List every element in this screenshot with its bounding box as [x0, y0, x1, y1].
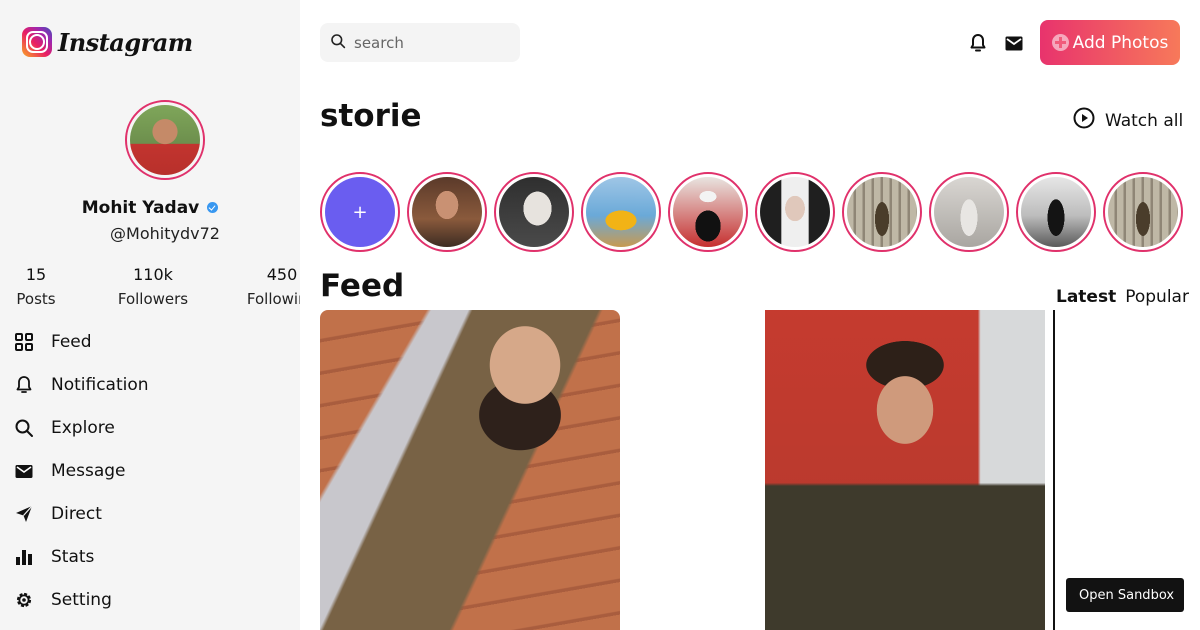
sidebar-item-direct[interactable]: Direct — [14, 492, 149, 535]
verified-badge-icon — [207, 201, 219, 213]
stat-following-label: Following — [246, 290, 300, 308]
stat-following-value: 450 — [266, 265, 298, 284]
profile-name-row: Mohit Yadav — [0, 198, 300, 218]
stat-followers-value: 110k — [133, 265, 173, 284]
stories-row: + — [320, 172, 1183, 252]
story-image — [1021, 177, 1091, 247]
sidebar-item-label: Message — [51, 460, 126, 481]
sidebar: Instagram Mohit Yadav @Mohitydv72 15 Pos… — [0, 0, 300, 630]
sidebar-item-notification[interactable]: Notification — [14, 363, 149, 406]
bar-chart-icon — [14, 547, 34, 567]
stat-followers-label: Followers — [117, 290, 189, 308]
add-story-button[interactable]: + — [320, 172, 400, 252]
story-avatar[interactable] — [407, 172, 487, 252]
feed-tabs: Latest Popular — [1056, 287, 1189, 307]
inbox-mail-icon[interactable] — [1003, 32, 1025, 54]
story-avatar[interactable] — [929, 172, 1009, 252]
story-avatar[interactable] — [1016, 172, 1096, 252]
story-avatar[interactable] — [668, 172, 748, 252]
story-image — [673, 177, 743, 247]
search-bar[interactable] — [320, 23, 520, 62]
search-input[interactable] — [354, 33, 504, 52]
instagram-logo[interactable]: Instagram — [22, 27, 193, 57]
sidebar-item-label: Stats — [51, 546, 95, 567]
feed-title: Feed — [320, 268, 405, 304]
stat-followers: 110k Followers — [113, 265, 193, 308]
profile-name: Mohit Yadav — [81, 198, 200, 218]
stat-following: 450 Following — [244, 265, 300, 308]
notification-bell-icon[interactable] — [967, 32, 989, 54]
story-image — [847, 177, 917, 247]
add-photos-label: Add Photos — [1072, 32, 1169, 53]
story-avatar[interactable] — [842, 172, 922, 252]
sidebar-item-stats[interactable]: Stats — [14, 535, 149, 578]
app-root: Instagram Mohit Yadav @Mohitydv72 15 Pos… — [0, 0, 1200, 630]
tab-popular[interactable]: Popular — [1125, 287, 1189, 307]
profile-avatar[interactable] — [125, 100, 205, 180]
story-avatar[interactable] — [755, 172, 835, 252]
sidebar-item-explore[interactable]: Explore — [14, 406, 149, 449]
watch-all-button[interactable]: Watch all — [1073, 107, 1183, 134]
stat-posts-value: 15 — [25, 265, 47, 284]
tab-latest[interactable]: Latest — [1056, 287, 1116, 307]
profile-handle: @Mohitydv72 — [110, 224, 220, 243]
mail-icon — [14, 461, 34, 481]
sidebar-item-label: Setting — [51, 589, 112, 610]
story-avatar[interactable] — [581, 172, 661, 252]
sidebar-item-label: Explore — [51, 417, 115, 438]
instagram-wordmark: Instagram — [58, 27, 193, 57]
add-photos-button[interactable]: Add Photos — [1040, 20, 1180, 65]
story-image — [499, 177, 569, 247]
story-avatar[interactable] — [494, 172, 574, 252]
story-avatar[interactable] — [1103, 172, 1183, 252]
stat-posts: 15 Posts — [5, 265, 67, 308]
profile-avatar-image — [130, 105, 200, 175]
add-story-inner: + — [325, 177, 395, 247]
grid-icon — [14, 332, 34, 352]
sidebar-item-label: Direct — [51, 503, 102, 524]
feed-post-divider — [1053, 310, 1055, 630]
sidebar-item-message[interactable]: Message — [14, 449, 149, 492]
sidebar-item-setting[interactable]: Setting — [14, 578, 149, 621]
story-image — [934, 177, 1004, 247]
plus-icon: + — [352, 201, 368, 223]
main-content: Add Photos storie Watch all + Feed Late — [300, 0, 1200, 630]
search-icon — [14, 418, 34, 438]
sidebar-item-label: Feed — [51, 331, 92, 352]
search-icon — [330, 33, 346, 53]
sidebar-nav: Feed Notification Explore Message Direct… — [14, 320, 149, 621]
story-image — [412, 177, 482, 247]
bell-icon — [14, 375, 34, 395]
play-circle-icon — [1073, 107, 1095, 134]
feed-post-image[interactable] — [320, 310, 620, 630]
instagram-logo-icon — [22, 27, 52, 57]
sidebar-item-label: Notification — [51, 374, 149, 395]
story-image — [586, 177, 656, 247]
gear-icon — [14, 590, 34, 610]
add-circle-icon — [1051, 34, 1069, 51]
sidebar-item-feed[interactable]: Feed — [14, 320, 149, 363]
feed-post-image[interactable] — [765, 310, 1045, 630]
send-icon — [14, 504, 34, 524]
story-image — [1108, 177, 1178, 247]
open-sandbox-button[interactable]: Open Sandbox — [1066, 578, 1184, 612]
stories-title: storie — [320, 98, 422, 134]
watch-all-label: Watch all — [1105, 110, 1184, 131]
story-image — [760, 177, 830, 247]
stat-posts-label: Posts — [16, 290, 56, 308]
